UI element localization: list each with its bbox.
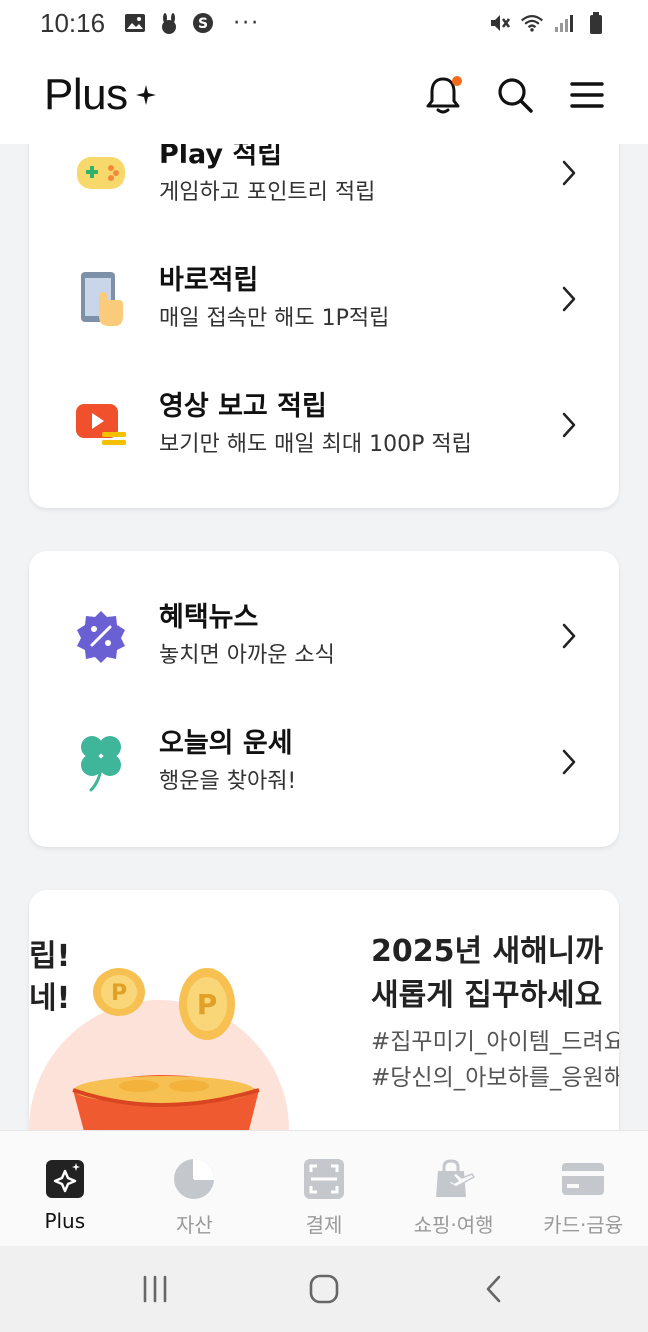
status-time: 10:16	[40, 7, 106, 38]
banner-tag: #당신의_아보하를_응원해	[371, 1065, 619, 1091]
list-item-instant-earn[interactable]: 바로적립 매일 접속만 해도 1P적립	[29, 244, 619, 354]
banner-tag: #집꾸미기_아이템_드려요	[371, 1029, 619, 1055]
app-header: Plus	[0, 46, 648, 144]
nav-tab-payment[interactable]: 결제	[259, 1131, 389, 1246]
banner-tags: #집꾸미기_아이템_드려요 #당신의_아보하를_응원해	[371, 1024, 619, 1096]
home-icon	[309, 1274, 339, 1304]
main-scroll-area[interactable]: Play 적립 게임하고 포인트리 적립 바로적립 매일 접속만 해도 1P적립	[0, 144, 648, 1130]
item-subtitle: 행운을 찾아줘!	[159, 769, 297, 794]
discount-badge-icon	[73, 608, 129, 664]
app-logo[interactable]: Plus	[44, 70, 128, 120]
system-nav-bar	[0, 1246, 648, 1332]
wifi-icon	[520, 11, 544, 35]
card-icon	[561, 1157, 605, 1201]
benefits-card: 혜택뉴스 놓치면 아까운 소식 오늘의 운세 행운을 찾아줘!	[29, 551, 619, 847]
notification-button[interactable]	[422, 74, 464, 116]
promo-banner[interactable]: 립! 네! P P 2025년 새해니까 새롭게 집꾸하세요 #집꾸미기_아이템…	[29, 890, 619, 1130]
bottom-nav: Plus 자산 결제 쇼핑·여행 카드·금융	[0, 1130, 648, 1246]
banner-title-line1: 2025년 새해니까	[371, 934, 603, 969]
list-item-fortune[interactable]: 오늘의 운세 행운을 찾아줘!	[29, 707, 619, 817]
chevron-right-icon	[557, 158, 581, 188]
chevron-right-icon	[557, 747, 581, 777]
nav-label: 자산	[175, 1213, 213, 1237]
header-actions	[422, 74, 608, 116]
home-button[interactable]	[300, 1265, 348, 1313]
recent-apps-button[interactable]	[131, 1265, 179, 1313]
scan-pay-icon	[302, 1157, 346, 1201]
status-icons-right	[488, 11, 608, 35]
back-icon	[487, 1275, 501, 1303]
svg-text:P: P	[111, 981, 127, 1006]
video-play-icon	[73, 397, 129, 453]
gamepad-icon	[73, 145, 129, 201]
recent-apps-icon	[143, 1275, 166, 1303]
banner-illustration: P P	[29, 950, 329, 1130]
item-title: 혜택뉴스	[159, 602, 259, 633]
status-bar: 10:16 S ···	[0, 0, 648, 46]
battery-icon	[584, 11, 608, 35]
rabbit-icon	[157, 11, 181, 35]
pie-chart-icon	[172, 1157, 216, 1201]
chevron-right-icon	[557, 410, 581, 440]
nav-label: 카드·금융	[543, 1213, 624, 1237]
notification-badge	[452, 76, 462, 86]
nav-label: Plus	[44, 1209, 86, 1233]
nav-label: 결제	[305, 1213, 343, 1237]
phone-tap-icon	[73, 271, 129, 327]
hamburger-menu-icon	[570, 82, 604, 108]
banner-title-line2: 새롭게 집꾸하세요	[371, 978, 603, 1013]
earn-points-card: Play 적립 게임하고 포인트리 적립 바로적립 매일 접속만 해도 1P적립	[29, 144, 619, 508]
shopping-travel-icon	[432, 1157, 476, 1201]
list-item-video-earn[interactable]: 영상 보고 적립 보기만 해도 매일 최대 100P 적립	[29, 370, 619, 480]
gallery-icon	[123, 11, 147, 35]
nav-tab-card-finance[interactable]: 카드·금융	[518, 1131, 648, 1246]
status-icons-left: S ···	[123, 11, 260, 36]
item-title: 바로적립	[159, 265, 259, 296]
nav-label: 쇼핑·여행	[413, 1213, 494, 1237]
search-button[interactable]	[494, 74, 536, 116]
list-item-benefit-news[interactable]: 혜택뉴스 놓치면 아까운 소식	[29, 581, 619, 691]
back-button[interactable]	[469, 1265, 517, 1313]
item-subtitle: 매일 접속만 해도 1P적립	[159, 306, 390, 331]
item-subtitle: 놓치면 아까운 소식	[159, 643, 335, 668]
item-title: 영상 보고 적립	[159, 391, 327, 422]
plus-sparkle-icon	[43, 1157, 87, 1201]
item-subtitle: 게임하고 포인트리 적립	[159, 180, 376, 205]
banner-title: 2025년 새해니까 새롭게 집꾸하세요	[371, 930, 603, 1018]
item-subtitle: 보기만 해도 매일 최대 100P 적립	[159, 432, 472, 457]
item-title: Play 적립	[159, 144, 283, 170]
svg-text:S: S	[198, 16, 208, 32]
chevron-right-icon	[557, 284, 581, 314]
s-app-icon: S	[191, 11, 215, 35]
list-item-play-earn[interactable]: Play 적립 게임하고 포인트리 적립	[29, 144, 619, 228]
nav-tab-assets[interactable]: 자산	[130, 1131, 260, 1246]
clover-icon	[73, 734, 129, 792]
chevron-right-icon	[557, 621, 581, 651]
item-title: 오늘의 운세	[159, 728, 293, 759]
more-notifications-icon: ···	[233, 10, 261, 36]
nav-tab-shopping-travel[interactable]: 쇼핑·여행	[389, 1131, 519, 1246]
mute-icon	[488, 11, 512, 35]
sparkle-icon	[135, 85, 156, 105]
signal-icon	[552, 11, 576, 35]
svg-text:P: P	[197, 988, 218, 1021]
nav-tab-plus[interactable]: Plus	[0, 1131, 130, 1246]
search-icon	[498, 78, 533, 113]
menu-button[interactable]	[566, 74, 608, 116]
